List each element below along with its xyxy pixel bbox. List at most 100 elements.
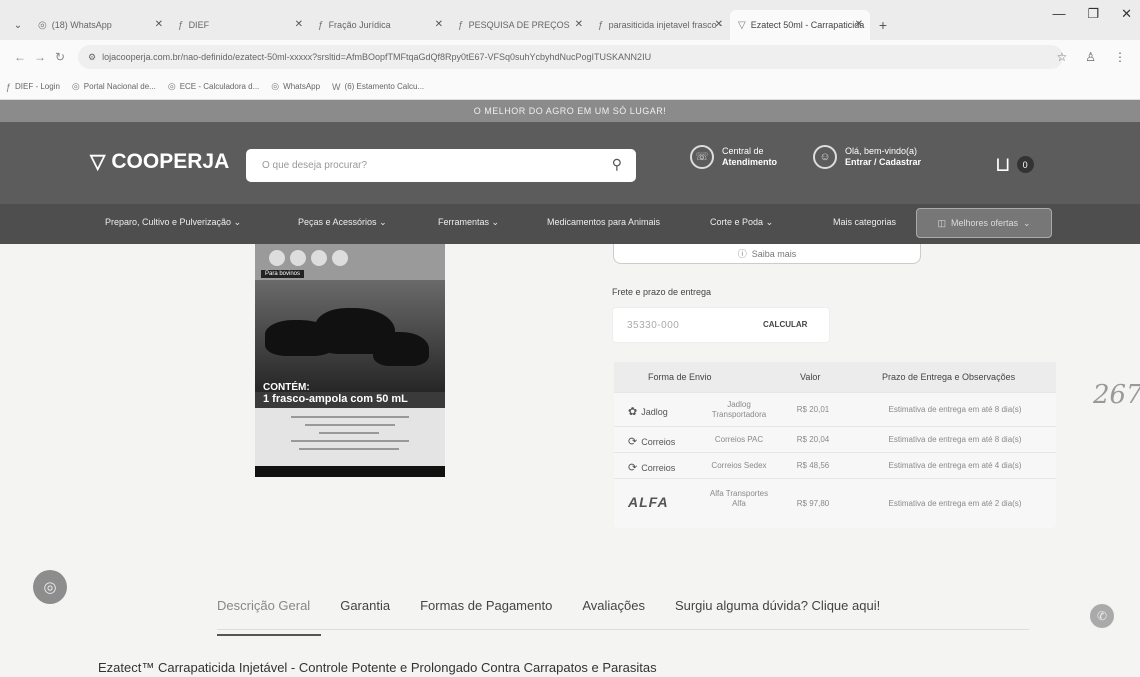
globe-icon: ◎ [71, 81, 80, 91]
best-offers-button[interactable]: ◫ Melhores ofertas ⌄ [916, 208, 1052, 238]
browser-tab[interactable]: ƒ parasiticida injetavel frasco - ✕ [590, 10, 730, 40]
cep-input[interactable]: 35330-000 [627, 320, 679, 331]
whatsapp-chat-icon[interactable]: ✆ [1090, 604, 1114, 628]
close-icon[interactable]: ✕ [155, 19, 163, 30]
reload-icon[interactable]: ↻ [50, 50, 70, 64]
site-header: ▽ COOPERJA O que deseja procurar? ⚲ ☏ Ce… [0, 122, 1140, 204]
close-icon[interactable]: ✕ [295, 19, 303, 30]
shipping-method: Jadlog Transportadora [711, 400, 767, 419]
nav-label: Mais categorias [833, 217, 897, 227]
bookmark-star-icon[interactable]: ☆ [1056, 50, 1067, 64]
cart-count-badge: 0 [1016, 156, 1034, 173]
product-badges [269, 250, 348, 266]
close-icon[interactable]: ✕ [435, 19, 443, 30]
carrier-name: Correios [641, 436, 676, 447]
bookmark-item[interactable]: ◎ Portal Nacional de... [72, 81, 156, 92]
user-icon: ☺ [813, 145, 837, 169]
bookmark-label: Portal Nacional de... [83, 82, 156, 91]
bookmark-item[interactable]: ◎ WhatsApp [271, 81, 320, 92]
product-image[interactable]: Para bovinos CONTÉM: 1 frasco-ampola com… [255, 244, 445, 477]
tab-title: Fração Jurídica [328, 20, 391, 30]
account-link[interactable]: ☺ Olá, bem-vindo(a) Entrar / Cadastrar [813, 145, 921, 169]
nav-item-preparo[interactable]: Preparo, Cultivo e Pulverização ⌄ [105, 217, 241, 228]
nav-label: Medicamentos para Animais [547, 217, 661, 227]
new-tab-button[interactable]: + [870, 10, 896, 40]
close-icon[interactable]: ✕ [575, 19, 583, 30]
shipping-value: R$ 97,80 [796, 499, 830, 508]
tab-avaliacoes[interactable]: Avaliações [582, 598, 645, 613]
browser-tab[interactable]: ◎ (18) WhatsApp ✕ [30, 10, 170, 40]
saiba-mais-label: Saiba mais [751, 248, 797, 259]
nav-item-corte-poda[interactable]: Corte e Poda ⌄ [710, 217, 773, 228]
back-icon[interactable]: ← [10, 50, 30, 64]
forward-icon[interactable]: → [30, 50, 50, 64]
site-favicon-icon: ƒ [598, 19, 604, 31]
close-icon[interactable]: ✕ [855, 19, 863, 30]
site-favicon-icon: ƒ [178, 19, 184, 31]
browser-tab-bar: ⌄ ◎ (18) WhatsApp ✕ ƒ DIEF ✕ ƒ Fração Jurídic… [0, 0, 1140, 40]
site-info-icon[interactable]: ⚙ [88, 52, 96, 63]
support-line1: Central de [722, 146, 764, 156]
frete-label: Frete e prazo de entrega [612, 287, 712, 297]
shipping-value: R$ 20,04 [796, 435, 830, 444]
chevron-down-icon: ⌄ [1023, 217, 1031, 228]
nav-label: Ferramentas [438, 217, 490, 227]
nav-item-mais-categorias[interactable]: Mais categorias [833, 217, 896, 227]
browser-tab[interactable]: ƒ Fração Jurídica ✕ [310, 10, 450, 40]
shipping-row: ⟳ Correios Correios PAC R$ 20,04 Estimati… [614, 426, 1056, 452]
menu-dots-icon[interactable]: ⋮ [1114, 50, 1126, 64]
tab-search-icon[interactable]: ⌄ [6, 10, 30, 40]
product-image-info [255, 408, 445, 466]
support-icon: ☏ [690, 145, 714, 169]
alfa-logo: ALFA [628, 494, 669, 510]
tab-formas-pagamento[interactable]: Formas de Pagamento [420, 598, 552, 613]
tab-title: (18) WhatsApp [51, 20, 112, 30]
nav-item-ferramentas[interactable]: Ferramentas ⌄ [438, 217, 499, 228]
nav-item-pecas[interactable]: Peças e Acessórios ⌄ [298, 217, 387, 228]
description-title: Ezatect™ Carrapaticida Injetável - Contr… [98, 660, 657, 675]
tab-title: parasiticida injetavel frasco - [608, 20, 723, 30]
saiba-mais-button[interactable]: ⓘ Saiba mais [613, 244, 921, 264]
close-icon[interactable]: ✕ [715, 19, 723, 30]
calcular-button[interactable]: CALCULAR [763, 320, 807, 329]
product-image-contains: CONTÉM: [263, 382, 310, 393]
shipping-deadline: Estimativa de entrega em até 2 dia(s) [888, 499, 1022, 508]
search-input[interactable]: O que deseja procurar? ⚲ [246, 149, 636, 182]
profile-icon[interactable]: ♙ [1085, 50, 1096, 64]
jadlog-logo-icon: ✿ [628, 406, 638, 418]
cep-form: 35330-000 CALCULAR [612, 307, 830, 343]
logo-text: COOPERJA [111, 149, 230, 173]
tab-garantia[interactable]: Garantia [340, 598, 390, 613]
minimize-icon[interactable]: — [1052, 6, 1065, 22]
browser-tab[interactable]: ƒ PESQUISA DE PREÇOS ✕ [450, 10, 590, 40]
support-link[interactable]: ☏ Central de Atendimento [690, 145, 777, 169]
active-tab-underline [217, 634, 321, 636]
browser-tab-active[interactable]: ▽ Ezatect 50ml - Carrapaticida ✕ [730, 10, 870, 40]
word-icon: W [332, 81, 341, 92]
search-icon[interactable]: ⚲ [612, 156, 622, 173]
url-field[interactable]: ⚙ lojacooperja.com.br/nao-definido/ezate… [78, 45, 1063, 69]
site-logo[interactable]: ▽ COOPERJA [90, 149, 229, 174]
close-window-icon[interactable]: ✕ [1121, 6, 1132, 22]
tabs-divider [217, 629, 1029, 630]
bookmark-item[interactable]: ƒ DIEF - Login [6, 82, 60, 92]
nav-label: Corte e Poda [710, 217, 764, 227]
bookmark-item[interactable]: ◎ ECE - Calculadora d... [168, 81, 259, 92]
instagram-icon[interactable]: ◎ [33, 570, 67, 604]
address-bar-row: ← → ↻ ⚙ lojacooperja.com.br/nao-definido… [0, 40, 1140, 74]
tab-duvida[interactable]: Surgiu alguma dúvida? Clique aqui! [675, 598, 880, 613]
cart-button[interactable]: ⊔ 0 [995, 152, 1034, 177]
restore-icon[interactable]: ❐ [1087, 6, 1099, 22]
shipping-table-header: Forma de Envio Valor Prazo de Entrega e … [614, 362, 1056, 392]
nav-item-medicamentos[interactable]: Medicamentos para Animais [547, 217, 660, 227]
tab-descricao-geral[interactable]: Descrição Geral [217, 598, 310, 613]
cart-icon: ⊔ [995, 154, 1011, 176]
cooperja-favicon-icon: ▽ [738, 19, 746, 31]
whatsapp-icon: ◎ [38, 19, 47, 31]
browser-tab[interactable]: ƒ DIEF ✕ [170, 10, 310, 40]
tag-icon: ◫ [937, 217, 946, 228]
shipping-row: ⟳ Correios Correios Sedex R$ 48,56 Estima… [614, 452, 1056, 478]
nav-label: Preparo, Cultivo e Pulverização [105, 217, 232, 227]
support-line2: Atendimento [722, 157, 777, 167]
bookmark-item[interactable]: W (6) Estamento Calcu... [332, 82, 424, 92]
